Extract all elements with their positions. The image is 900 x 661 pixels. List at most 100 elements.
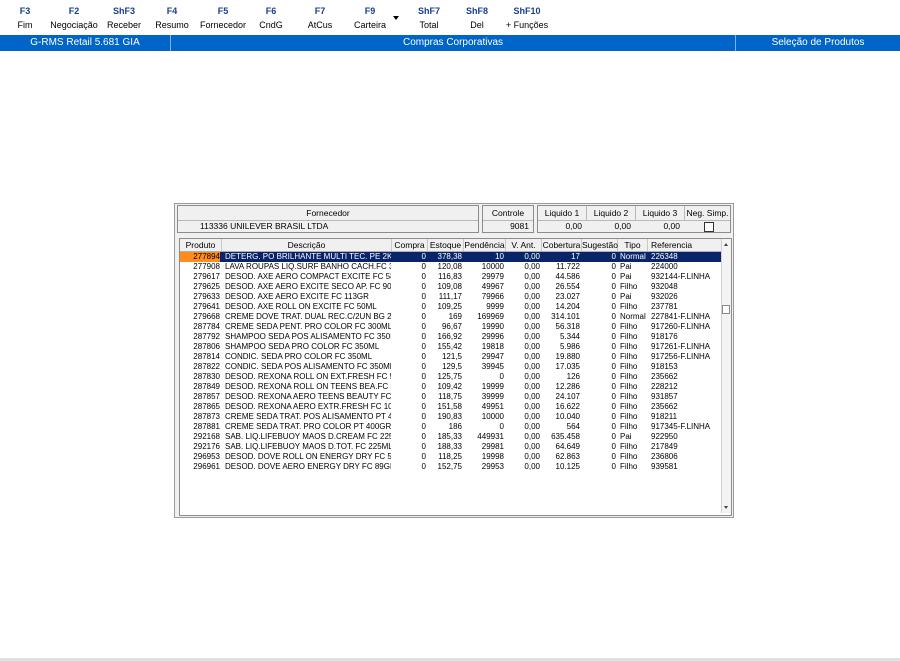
fkey-label: CndG	[259, 20, 283, 30]
col-v-ant[interactable]: V. Ant.	[506, 239, 542, 251]
table-row[interactable]: 287857 DESOD. REXONA AERO TEENS BEAUTY FC…	[180, 392, 722, 402]
table-row[interactable]: 296961 DESOD. DOVE AERO ENERGY DRY FC 89G…	[180, 462, 722, 472]
cell-referencia: 228212	[651, 382, 678, 391]
cell-compra: 0	[421, 412, 426, 421]
cell-v-ant: 0,00	[524, 442, 540, 451]
table-row[interactable]: 287806 SHAMPOO SEDA PRO COLOR FC 350ML 0 15…	[180, 342, 722, 352]
cell-referencia: 939581	[651, 462, 678, 471]
liquido1-label: Liquido 1	[538, 206, 587, 221]
cell-produto: 292176	[193, 442, 220, 451]
table-row-selected[interactable]: 277894 DETERG. PO BRILHANTE MULTI TEC. PE…	[180, 252, 722, 262]
vertical-scrollbar[interactable]	[721, 239, 731, 513]
col-referencia[interactable]: Referencia	[648, 239, 722, 251]
table-row[interactable]: 279668 CREME DOVE TRAT. DUAL REC.C/2UN BG…	[180, 312, 722, 322]
col-compra[interactable]: Compra	[392, 239, 428, 251]
table-row[interactable]: 287865 DESOD. REXONA AERO EXTR.FRESH FC 1…	[180, 402, 722, 412]
fkey-f7-atcus[interactable]: F7 AtCus	[302, 6, 338, 31]
table-row[interactable]: 279641 DESOD. AXE ROLL ON EXCITE FC 50ML 0…	[180, 302, 722, 312]
fkey-shf8-del[interactable]: ShF8 Del	[460, 6, 494, 31]
cell-sugestao: 0	[611, 412, 616, 421]
fkey-f4-resumo[interactable]: F4 Resumo	[150, 6, 194, 31]
cell-referencia: 932026	[651, 292, 678, 301]
cell-v-ant: 0,00	[524, 362, 540, 371]
cell-v-ant: 0,00	[524, 302, 540, 311]
table-row[interactable]: 296953 DESOD. DOVE ROLL ON ENERGY DRY FC …	[180, 452, 722, 462]
table-row[interactable]: 287881 CREME SEDA TRAT. PRO COLOR PT 400G…	[180, 422, 722, 432]
col-estoque[interactable]: Estoque	[428, 239, 464, 251]
cell-descricao: CREME SEDA PENT. PRO COLOR FC 300ML	[225, 322, 391, 331]
col-sugestao[interactable]: Sugestão	[582, 239, 618, 251]
cell-descricao: DESOD. AXE AERO EXCITE FC 113GR	[225, 292, 369, 301]
col-cobertura[interactable]: Cobertura	[542, 239, 582, 251]
screen-title: Seleção de Produtos	[771, 37, 865, 48]
control-value: 9081	[510, 221, 529, 231]
function-key-toolbar: F3 Fim F2 Negociação ShF3 Receber F4 Res…	[0, 0, 900, 34]
table-row[interactable]: 292168 SAB. LIQ.LIFEBUOY MAOS D.CREAM FC …	[180, 432, 722, 442]
fkey-f5-fornecedor[interactable]: F5 Fornecedor	[196, 6, 250, 31]
control-label: Controle	[483, 206, 533, 221]
col-produto[interactable]: Produto	[180, 239, 222, 251]
cell-estoque: 190,83	[437, 412, 462, 421]
fkey-shf3-receber[interactable]: ShF3 Receber	[104, 6, 144, 31]
table-row[interactable]: 277908 LAVA ROUPAS LIQ.SURF BANHO CACH.FC…	[180, 262, 722, 272]
table-row[interactable]: 279625 DESOD. AXE AERO EXCITE SECO AP. FC…	[180, 282, 722, 292]
cell-sugestao: 0	[611, 462, 616, 471]
cell-v-ant: 0,00	[524, 282, 540, 291]
table-row[interactable]: 287784 CREME SEDA PENT. PRO COLOR FC 300M…	[180, 322, 722, 332]
table-row[interactable]: 279617 DESOD. AXE AERO COMPACT EXCITE FC …	[180, 272, 722, 282]
fkey-shf7-total[interactable]: ShF7 Total	[412, 6, 446, 31]
fkey-f6-cndg[interactable]: F6 CndG	[254, 6, 288, 31]
table-row[interactable]: 287822 CONDIC. SEDA POS ALISAMENTO FC 350…	[180, 362, 722, 372]
cell-referencia: 235662	[651, 402, 678, 411]
cell-cobertura: 17	[571, 252, 580, 261]
fkey-label: + Funções	[505, 20, 549, 30]
cell-referencia: 226348	[651, 252, 678, 261]
neg-simp-checkbox[interactable]	[704, 222, 714, 232]
fkey-f2-negociacao[interactable]: F2 Negociação	[46, 6, 102, 31]
table-row[interactable]: 292176 SAB. LIQ.LIFEBUOY MAOS D.TOT. FC 2…	[180, 442, 722, 452]
cell-produto: 287806	[193, 342, 220, 351]
fkey-code: F6	[265, 6, 277, 16]
cell-referencia: 931857	[651, 392, 678, 401]
cell-compra: 0	[421, 272, 426, 281]
cell-estoque: 118,75	[438, 392, 462, 401]
cell-pendencia: 39999	[481, 392, 504, 401]
cell-sugestao: 0	[611, 382, 616, 391]
chevron-down-icon[interactable]	[393, 16, 399, 20]
cell-tipo: Filho	[620, 282, 638, 291]
fkey-f9-carteira[interactable]: F9 Carteira	[348, 6, 392, 31]
table-row[interactable]: 287849 DESOD. REXONA ROLL ON TEENS BEA.FC…	[180, 382, 722, 392]
table-row[interactable]: 279633 DESOD. AXE AERO EXCITE FC 113GR 0 11…	[180, 292, 722, 302]
fkey-shf10-mais-funcoes[interactable]: ShF10 + Funções	[504, 6, 550, 31]
cell-tipo: Normal	[620, 252, 646, 261]
cell-estoque: 109,25	[437, 302, 462, 311]
cell-sugestao: 0	[611, 292, 616, 301]
cell-v-ant: 0,00	[524, 412, 540, 421]
col-descricao[interactable]: Descrição	[222, 239, 392, 251]
table-row[interactable]: 287830 DESOD. REXONA ROLL ON EXT.FRESH FC…	[180, 372, 722, 382]
cell-descricao: SHAMPOO SEDA PRO COLOR FC 350ML	[225, 342, 380, 351]
product-selection-panel: Fornecedor 113336 UNILEVER BRASIL LTDA C…	[174, 203, 734, 518]
scroll-thumb[interactable]	[722, 305, 730, 314]
cell-estoque: 186	[448, 422, 462, 431]
scroll-up-icon[interactable]	[724, 243, 728, 246]
cell-cobertura: 5.986	[559, 342, 580, 351]
cell-estoque: 169	[448, 312, 462, 321]
table-row[interactable]: 287814 CONDIC. SEDA PRO COLOR FC 350ML 0 12…	[180, 352, 722, 362]
cell-referencia: 237781	[651, 302, 678, 311]
col-pendencia[interactable]: Pendência	[464, 239, 506, 251]
scroll-down-icon[interactable]	[724, 506, 728, 509]
col-tipo[interactable]: Tipo	[618, 239, 648, 251]
cell-cobertura: 11.722	[556, 262, 580, 271]
fkey-code: F7	[314, 6, 326, 16]
fkey-f3-fim[interactable]: F3 Fim	[10, 6, 40, 31]
totals-box: Liquido 1 Liquido 2 Liquido 3 Neg. Simp.…	[537, 205, 731, 233]
table-row[interactable]: 287792 SHAMPOO SEDA POS ALISAMENTO FC 350…	[180, 332, 722, 342]
cell-referencia: 932048	[651, 282, 678, 291]
liquido1-value: 0,00	[565, 221, 582, 231]
liquido3-value: 0,00	[663, 221, 680, 231]
table-row[interactable]: 287873 CREME SEDA TRAT. POS ALISAMENTO PT…	[180, 412, 722, 422]
cell-pendencia: 29947	[481, 352, 504, 361]
cell-descricao: DESOD. DOVE AERO ENERGY DRY FC 89GR	[225, 462, 391, 471]
cell-estoque: 188,33	[437, 442, 462, 451]
